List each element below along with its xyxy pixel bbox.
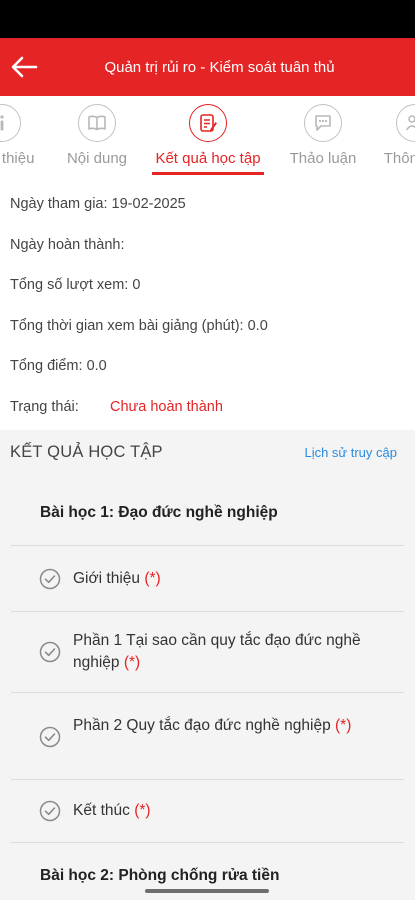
back-arrow-icon[interactable] [10, 54, 38, 80]
access-history-link[interactable]: Lịch sử truy cập [304, 445, 397, 460]
item-label: Kết thúc [73, 802, 130, 819]
required-mark: (*) [134, 802, 151, 819]
status-label: Trạng thái: [10, 398, 79, 415]
info-icon [0, 104, 21, 142]
lesson-title: Bài học 2: Phòng chống rửa tiền [40, 867, 280, 884]
item-text: Phần 2 Quy tắc đạo đức nghề nghiệp (*) [73, 715, 371, 737]
book-icon [78, 104, 116, 142]
tab-intro[interactable]: Giới thiệu [0, 96, 52, 178]
tab-label: Thảo luận [289, 150, 357, 167]
people-icon [396, 104, 415, 142]
tab-results[interactable]: Kết quả học tập [148, 96, 268, 178]
tab-label: Giới thiệu [0, 150, 35, 167]
item-label: Phần 1 Tại sao cần quy tắc đạo đức nghề … [73, 632, 361, 671]
results-section: KẾT QUẢ HỌC TẬP Lịch sử truy cập Bài học… [0, 430, 415, 900]
chat-icon [304, 104, 342, 142]
tab-label: Thông tin [383, 150, 415, 167]
required-mark: (*) [144, 570, 161, 587]
complete-date: Ngày hoàn thành: [10, 236, 125, 253]
lesson-title: Bài học 1: Đạo đức nghề nghiệp [40, 504, 278, 521]
page-title: Quản trị rủi ro - Kiểm soát tuân thủ [104, 58, 335, 76]
tab-discussion[interactable]: Thảo luận [278, 96, 368, 178]
lesson-item-list: Giới thiệu (*) Phần 1 Tại sao cần quy tắ… [11, 546, 404, 843]
tab-label: Kết quả học tập [155, 150, 261, 167]
home-indicator [145, 889, 269, 893]
watch-time: Tổng thời gian xem bài giảng (phút): 0.0 [10, 317, 268, 334]
check-circle-icon [39, 641, 61, 663]
item-text: Phần 1 Tại sao cần quy tắc đạo đức nghề … [73, 630, 404, 674]
active-tab-indicator [152, 172, 264, 175]
status-bar [0, 0, 415, 38]
app-bar: Quản trị rủi ro - Kiểm soát tuân thủ [0, 38, 415, 96]
list-item[interactable]: Kết thúc (*) [11, 780, 404, 843]
item-text: Giới thiệu (*) [73, 568, 181, 590]
check-circle-icon [39, 726, 61, 748]
item-label: Phần 2 Quy tắc đạo đức nghề nghiệp [73, 717, 331, 734]
check-circle-icon [39, 568, 61, 590]
tab-bar: Giới thiệu Nội dung Kết quả học tập Thảo… [0, 96, 415, 178]
list-item[interactable]: Phần 1 Tại sao cần quy tắc đạo đức nghề … [11, 612, 404, 693]
status-row: Trạng thái: Chưa hoàn thành [0, 387, 415, 428]
results-header: KẾT QUẢ HỌC TẬP Lịch sử truy cập [0, 430, 415, 474]
status-badge: Chưa hoàn thành [110, 398, 223, 415]
item-text: Kết thúc (*) [73, 800, 171, 822]
list-item[interactable]: Giới thiệu (*) [11, 546, 404, 612]
tab-info[interactable]: Thông tin [370, 96, 415, 178]
check-circle-icon [39, 800, 61, 822]
required-mark: (*) [335, 717, 352, 734]
required-mark: (*) [123, 654, 141, 671]
section-title: KẾT QUẢ HỌC TẬP [10, 442, 163, 461]
item-label: Giới thiệu [73, 570, 141, 587]
total-score: Tổng điểm: 0.0 [10, 358, 107, 375]
join-date: Ngày tham gia: 19-02-2025 [10, 196, 186, 213]
result-icon [189, 104, 227, 142]
learning-info: Ngày tham gia: 19-02-2025 Ngày hoàn thàn… [0, 178, 415, 427]
list-item[interactable]: Phần 2 Quy tắc đạo đức nghề nghiệp (*) [11, 693, 404, 780]
view-count: Tổng số lượt xem: 0 [10, 277, 141, 294]
tab-label: Nội dung [66, 150, 128, 167]
tab-content[interactable]: Nội dung [52, 96, 142, 178]
